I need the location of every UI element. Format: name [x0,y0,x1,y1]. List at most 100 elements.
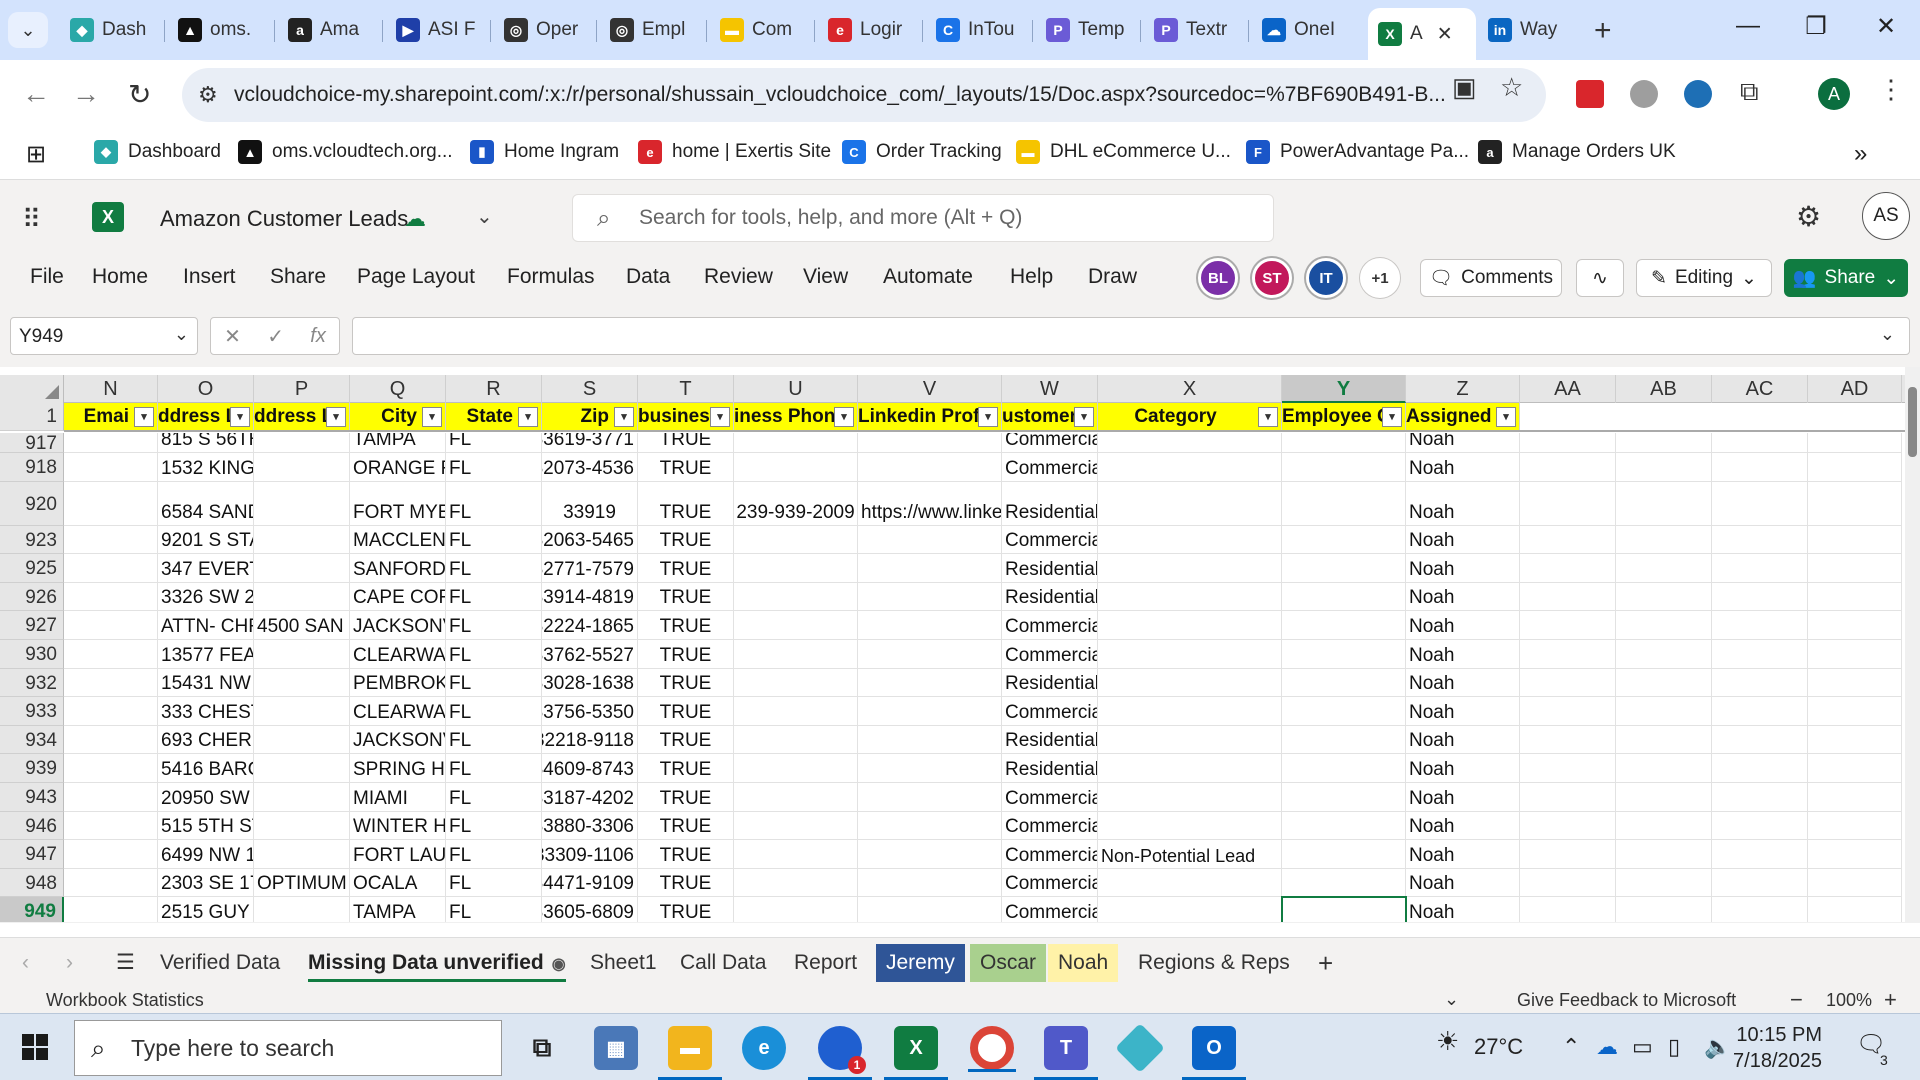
column-header-o[interactable]: O [158,375,254,403]
grid-cell[interactable] [858,433,1002,453]
new-tab-button[interactable]: + [1594,14,1612,48]
grid-cell[interactable]: FL [446,868,542,898]
grid-cell[interactable] [1712,554,1808,583]
grid-cell[interactable] [1808,582,1902,612]
column-header-q[interactable]: Q [350,375,446,403]
grid-cell[interactable]: 13577 FEATHER SOUND [158,640,254,669]
grid-cell[interactable]: 33762-5527 [542,640,638,669]
grid-cell[interactable] [64,783,158,812]
grid-cell[interactable] [1712,453,1808,482]
expand-formula-icon[interactable]: ⌄ [1880,324,1895,345]
grid-cell[interactable]: Residential [1002,668,1098,698]
filter-dropdown-icon[interactable]: ▾ [518,407,538,427]
grid-cell[interactable]: FL [446,725,542,755]
grid-cell[interactable] [64,554,158,583]
back-button[interactable]: ← [22,78,50,110]
column-header-x[interactable]: X [1098,375,1282,403]
grid-cell[interactable]: FL [446,611,542,640]
grid-cell[interactable] [254,554,350,583]
grid-cell[interactable] [1520,611,1616,640]
row-header[interactable]: 943 [0,783,64,812]
grid-cell[interactable]: 2515 GUY N VERGER [158,897,254,923]
zoom-level[interactable]: 100% [1826,990,1872,1011]
cancel-icon[interactable]: ✕ [224,324,241,349]
grid-cell[interactable] [1520,725,1616,755]
grid-cell[interactable]: 9201 S STATE ROAD 1 [158,525,254,555]
browser-tab[interactable]: P Temp [1036,10,1136,50]
grid-cell[interactable] [734,754,858,783]
more-bookmarks-icon[interactable]: » [1854,140,1867,168]
row-header[interactable]: 923 [0,525,64,555]
grid-cell[interactable]: TAMPA [350,433,446,453]
grid-cell[interactable] [1808,697,1902,726]
row-header[interactable]: 918 [0,453,64,482]
grid-cell[interactable] [1616,554,1712,583]
teams-app-icon[interactable]: T [1034,1026,1098,1080]
zoho-app-icon[interactable]: 1 [808,1026,872,1080]
grid-cell[interactable]: FL [446,697,542,726]
sheet-tab[interactable]: Regions & Reps [1128,944,1300,982]
sheet-tab[interactable]: Sheet1 [580,944,667,982]
grid-cell[interactable] [1712,697,1808,726]
sheet-tab[interactable]: Report [784,944,867,982]
windows-start-icon[interactable] [22,1034,48,1060]
user-avatar[interactable]: AS [1862,192,1910,240]
grid-cell[interactable]: TRUE [638,611,734,640]
show-hidden-icons-icon[interactable]: ⌃ [1562,1034,1580,1060]
grid-cell[interactable] [64,481,158,526]
grid-cell[interactable]: Commercial [1002,811,1098,841]
column-header-v[interactable]: V [858,375,1002,403]
menu-file[interactable]: File [30,265,64,289]
column-header-ac[interactable]: AC [1712,375,1808,403]
grid-cell[interactable] [1282,481,1406,526]
previous-sheet-icon[interactable]: ‹ [12,944,39,982]
header-cell-x[interactable]: Category ▾ [1098,403,1282,431]
grid-cell[interactable] [64,453,158,482]
app-launcher-icon[interactable]: ⠿ [22,204,41,235]
menu-review[interactable]: Review [704,265,773,289]
grid-cell[interactable] [254,840,350,869]
grid-cell[interactable]: Noah [1406,697,1520,726]
grid-cell[interactable] [1520,811,1616,841]
document-title[interactable]: Amazon Customer Leads [160,206,408,232]
row-header[interactable]: 934 [0,725,64,755]
bookmark-item[interactable]: e home | Exertis Site [638,140,831,164]
column-header-r[interactable]: R [446,375,542,403]
grid-cell[interactable] [254,754,350,783]
grid-cell[interactable]: SANFORD [350,554,446,583]
comments-button[interactable]: 🗨 Comments [1420,259,1562,297]
grid-cell[interactable] [1616,640,1712,669]
grid-cell[interactable]: ATTN- CHF [158,611,254,640]
grid-cell[interactable]: Commercial [1002,453,1098,482]
column-header-s[interactable]: S [542,375,638,403]
grid-cell[interactable]: 693 CHERRY BARK DR [158,725,254,755]
grid-cell[interactable] [1808,840,1902,869]
editing-mode-button[interactable]: ✎ Editing ⌄ [1636,259,1772,297]
grid-cell[interactable] [734,582,858,612]
grid-cell[interactable] [1282,783,1406,812]
grid-cell[interactable] [1712,811,1808,841]
grid-cell[interactable] [1616,433,1712,453]
grid-cell[interactable]: 20950 SW 177TH AVE [158,783,254,812]
site-info-icon[interactable]: ⚙ [198,82,218,108]
grid-cell[interactable]: FORT LAUI [350,840,446,869]
grid-cell[interactable] [1282,640,1406,669]
grid-cell[interactable]: TRUE [638,433,734,453]
grid-cell[interactable]: 33619-3771 [542,433,638,453]
filter-dropdown-icon[interactable]: ▾ [710,407,730,427]
grid-cell[interactable] [1616,481,1712,526]
grid-cell[interactable] [1616,525,1712,555]
grid-cell[interactable] [1616,725,1712,755]
grid-cell[interactable] [734,897,858,923]
grid-cell[interactable]: 33187-4202 [542,783,638,812]
collaborator-avatar[interactable]: IT [1306,258,1346,298]
grid-cell[interactable] [254,453,350,482]
grid-cell[interactable] [64,840,158,869]
grid-cell[interactable]: Residential [1002,725,1098,755]
grid-cell[interactable] [1616,868,1712,898]
grid-cell[interactable] [1616,582,1712,612]
grid-cell[interactable]: Noah [1406,725,1520,755]
grid-cell[interactable] [64,611,158,640]
grid-cell[interactable] [858,697,1002,726]
filter-dropdown-icon[interactable]: ▾ [230,407,250,427]
